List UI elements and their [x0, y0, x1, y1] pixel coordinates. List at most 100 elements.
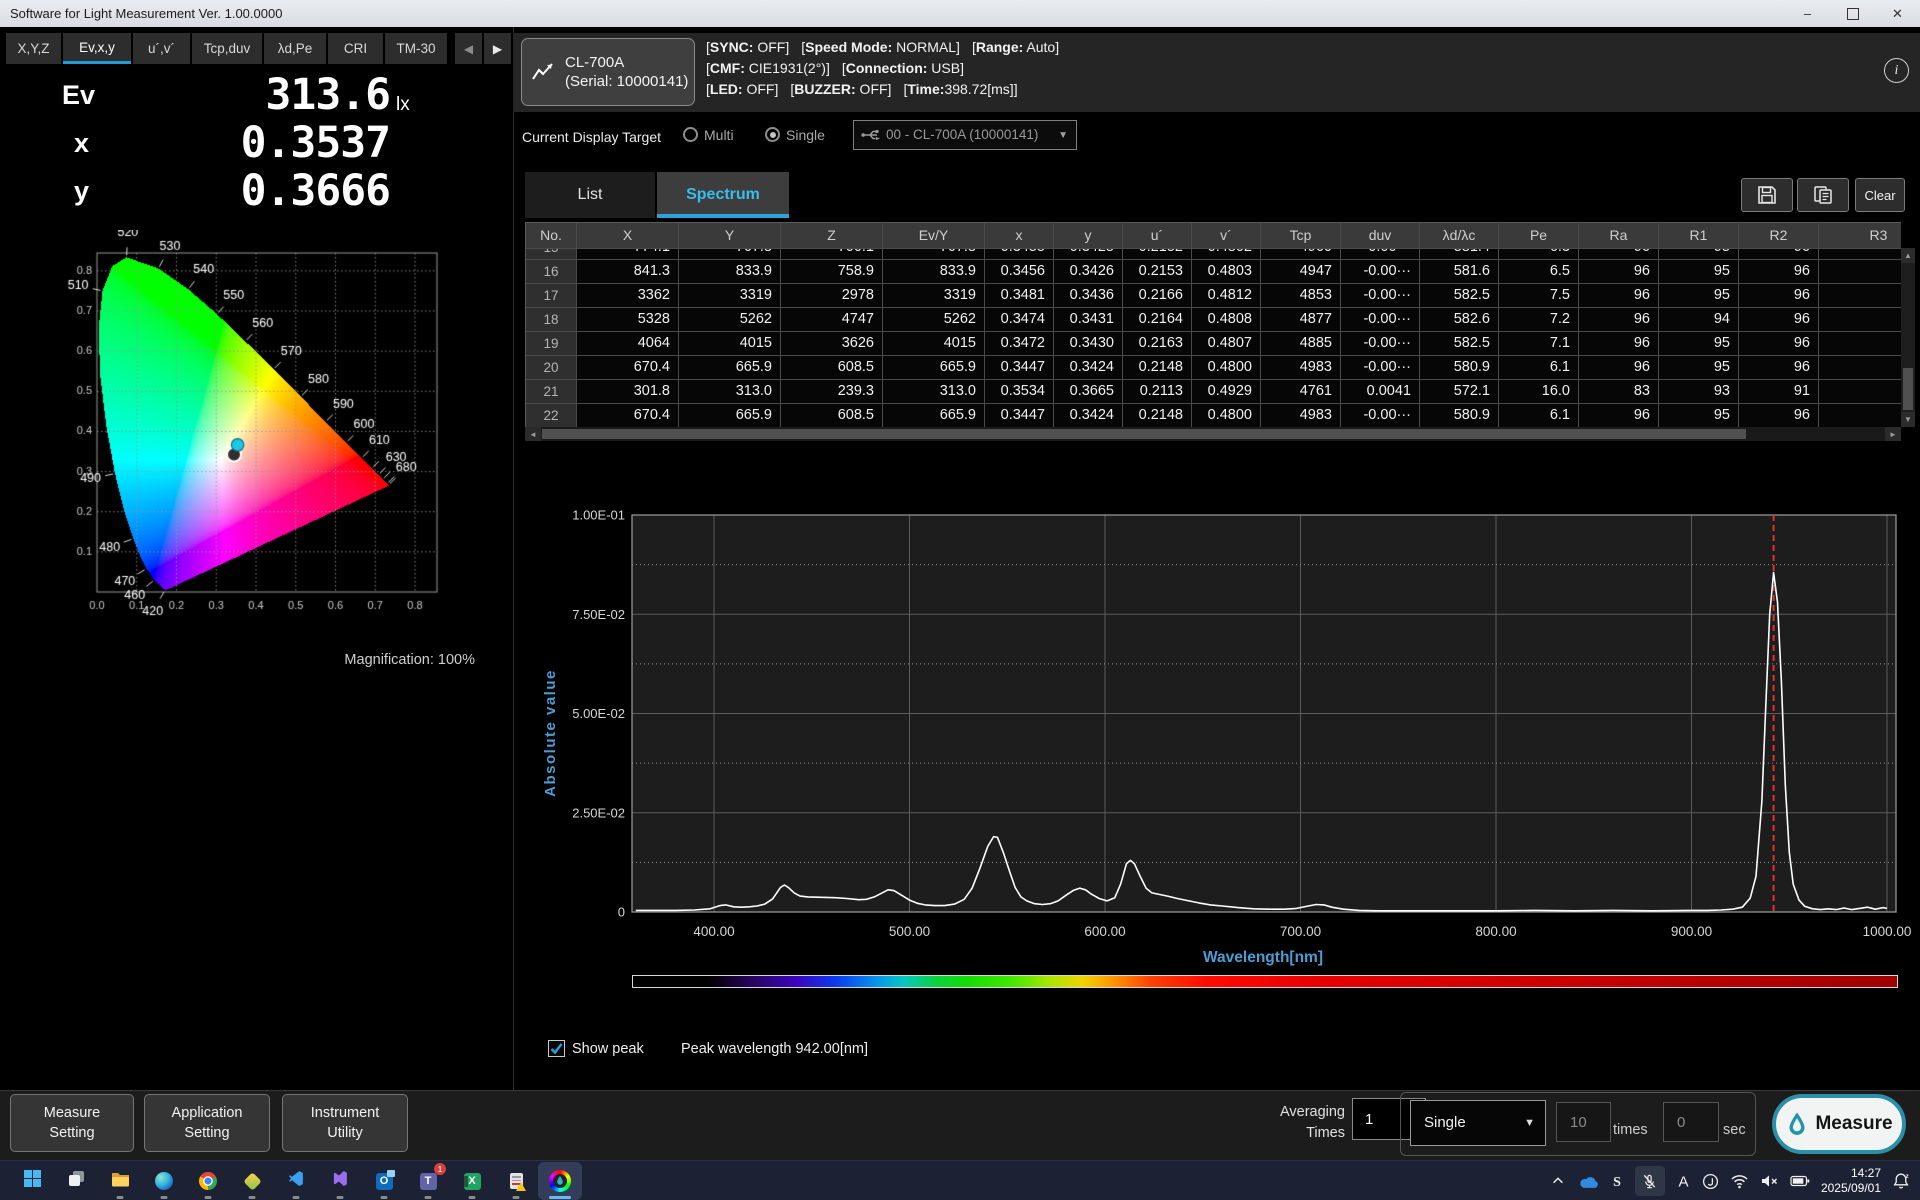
volume-muted-icon[interactable] — [1760, 1173, 1779, 1189]
status-line-2: [CMF: CIE1931(2°)][Connection: USB] — [706, 58, 1071, 79]
measurement-mode-value: Single — [1424, 1101, 1466, 1145]
table-row-20[interactable]: 20670.4665.9608.5665.90.34470.34240.2148… — [526, 356, 1901, 380]
wait-unit-label: sec — [1723, 1122, 1746, 1138]
readout-row-x: x0.3537 — [40, 120, 460, 168]
scroll-left-icon[interactable]: ◄ — [525, 427, 541, 441]
scroll-right-icon[interactable]: ► — [1885, 427, 1901, 441]
table-row-18[interactable]: 1853285262474752620.34740.34310.21640.48… — [526, 308, 1901, 332]
magnification-label: Magnification: 100% — [255, 652, 475, 668]
scroll-up-icon[interactable]: ▲ — [1901, 248, 1915, 263]
taskbar-app-edge[interactable] — [142, 1162, 186, 1200]
radio-single[interactable] — [765, 127, 780, 142]
notification-bell-icon[interactable]: z — [1892, 1172, 1910, 1190]
tab-tcpduv[interactable]: Tcp,duv — [192, 33, 262, 64]
table-row-19[interactable]: 1940644015362640150.34720.34300.21630.48… — [526, 332, 1901, 356]
device-button[interactable]: CL-700A (Serial: 10000141) — [521, 38, 695, 106]
table-horizontal-scrollbar[interactable]: ◄ ► — [525, 427, 1901, 441]
status-item: [Range: Auto] — [972, 39, 1059, 55]
status-line-3: [LED: OFF][BUZZER: OFF][Time:398.72[ms]] — [706, 79, 1071, 100]
close-icon[interactable]: ✕ — [1875, 0, 1920, 27]
status-item: [Time:398.72[ms]] — [903, 81, 1017, 97]
readout-value: 0.3537 — [150, 118, 390, 168]
battery-icon[interactable] — [1790, 1174, 1810, 1188]
copy-button[interactable] — [1797, 178, 1849, 212]
vscode-icon — [288, 1170, 305, 1192]
s-app-icon[interactable]: S — [1610, 1173, 1624, 1189]
show-peak-checkbox[interactable] — [548, 1040, 565, 1057]
taskbar-app-visual-studio[interactable] — [318, 1162, 362, 1200]
table-row-16[interactable]: 16841.3833.9758.9833.90.34560.34260.2153… — [526, 260, 1901, 284]
tab-evxy[interactable]: Ev,x,y — [63, 33, 131, 64]
spectrum-chart: 1.00E-017.50E-025.00E-022.50E-020400.005… — [515, 450, 1920, 970]
tab-uv[interactable]: u´,v´ — [133, 33, 190, 64]
instrument-utility-button[interactable]: InstrumentUtility — [282, 1094, 408, 1152]
vscroll-thumb[interactable] — [1903, 368, 1913, 410]
svg-text:600.00: 600.00 — [1084, 924, 1125, 939]
taskbar-app-tortoisegit[interactable] — [230, 1162, 274, 1200]
tab-scroll-right-icon[interactable]: ▶ — [484, 33, 511, 64]
tab-dpe[interactable]: λd,Pe — [264, 33, 326, 64]
tab-list[interactable]: List — [525, 172, 655, 218]
taskbar-apps: O T1X — [10, 1161, 582, 1200]
taskbar-clock[interactable]: 14:272025/09/01 — [1821, 1166, 1881, 1196]
svg-text:7.50E-02: 7.50E-02 — [572, 607, 625, 622]
teams-icon: T — [420, 1173, 437, 1190]
x-axis-label: Wavelength[nm] — [1203, 949, 1323, 966]
taskbar-app-outlook[interactable]: O — [362, 1162, 406, 1200]
taskbar-app-excel[interactable]: X — [450, 1162, 494, 1200]
tab-tm30[interactable]: TM-30 — [385, 33, 447, 64]
taskbar-app-vscode[interactable] — [274, 1162, 318, 1200]
application-setting-button[interactable]: ApplicationSetting — [144, 1094, 270, 1152]
hscroll-thumb[interactable] — [542, 429, 1746, 439]
taskbar-app-search-layers[interactable] — [54, 1162, 98, 1200]
svg-text:S: S — [1613, 1175, 1621, 1189]
interval-wait-input[interactable] — [1663, 1102, 1719, 1142]
measurement-table[interactable]: No.XYZEv/Yxyu´v´Tcpduvλd/λcPeRaR1R2R3157… — [525, 222, 1901, 427]
outlook-icon: O — [376, 1173, 393, 1190]
chevron-up-icon[interactable] — [1550, 1173, 1566, 1189]
table-header-row: No.XYZEv/Yxyu´v´Tcpduvλd/λcPeRaR1R2R3 — [526, 223, 1901, 249]
running-indicator — [549, 1196, 571, 1199]
taskbar-time: 14:27 — [1821, 1166, 1881, 1181]
taskbar-app-report-warning[interactable] — [494, 1162, 538, 1200]
taskbar-app-teams[interactable]: T1 — [406, 1162, 450, 1200]
tab-spectrum[interactable]: Spectrum — [657, 172, 789, 218]
device-select-value: 00 - CL-700A (10000141) — [886, 121, 1038, 149]
status-item: [BUZZER: OFF] — [790, 81, 891, 97]
taskbar-app-file-explorer[interactable] — [98, 1162, 142, 1200]
info-icon[interactable]: i — [1884, 58, 1909, 83]
measurement-readout: Ev313.6lxx0.3537y0.3666 — [40, 72, 460, 216]
title-bar: Software for Light Measurement Ver. 1.00… — [0, 0, 1920, 27]
radio-multi[interactable] — [683, 127, 698, 142]
clock-j-icon[interactable] — [1702, 1173, 1719, 1190]
onedrive-icon[interactable] — [1577, 1174, 1599, 1189]
measurement-mode-dropdown[interactable]: Single ▼ — [1410, 1100, 1546, 1146]
device-select-dropdown[interactable]: 00 - CL-700A (10000141) ▼ — [853, 120, 1077, 150]
measure-setting-button[interactable]: MeasureSetting — [10, 1094, 134, 1152]
clear-button[interactable]: Clear — [1855, 178, 1905, 212]
status-item: [Speed Mode: NORMAL] — [801, 39, 960, 55]
tab-cri[interactable]: CRI — [328, 33, 383, 64]
running-indicator — [469, 1196, 476, 1199]
table-row-clipped[interactable]: 15774.1767.8700.1767.80.34550.34250.2152… — [526, 249, 1901, 260]
minimize-icon[interactable]: – — [1785, 0, 1830, 27]
ime-a-icon[interactable]: A — [1676, 1173, 1691, 1189]
table-vertical-scrollbar[interactable]: ▲ ▼ — [1901, 248, 1915, 427]
wifi-icon[interactable] — [1730, 1173, 1749, 1189]
mic-muted-icon[interactable] — [1641, 1173, 1658, 1190]
measure-button[interactable]: Measure — [1772, 1094, 1906, 1154]
taskbar-app-chrome[interactable] — [186, 1162, 230, 1200]
interval-count-input[interactable] — [1556, 1102, 1611, 1142]
maximize-icon[interactable] — [1830, 0, 1875, 27]
tab-scroll-left-icon[interactable]: ◀ — [455, 33, 482, 64]
taskbar-app-start[interactable] — [10, 1162, 54, 1200]
save-button[interactable] — [1741, 178, 1793, 212]
taskbar-app-light-measurement-app[interactable] — [538, 1162, 582, 1200]
running-indicator — [293, 1196, 300, 1199]
table-row-17[interactable]: 1733623319297833190.34810.34360.21660.48… — [526, 284, 1901, 308]
tab-xyz[interactable]: X,Y,Z — [6, 33, 61, 64]
chevron-down-icon: ▼ — [1058, 130, 1068, 141]
table-row-21[interactable]: 21301.8313.0239.3313.00.35340.36650.2113… — [526, 380, 1901, 404]
scroll-down-icon[interactable]: ▼ — [1901, 412, 1915, 427]
table-row-22[interactable]: 22670.4665.9608.5665.90.34470.34240.2148… — [526, 404, 1901, 427]
